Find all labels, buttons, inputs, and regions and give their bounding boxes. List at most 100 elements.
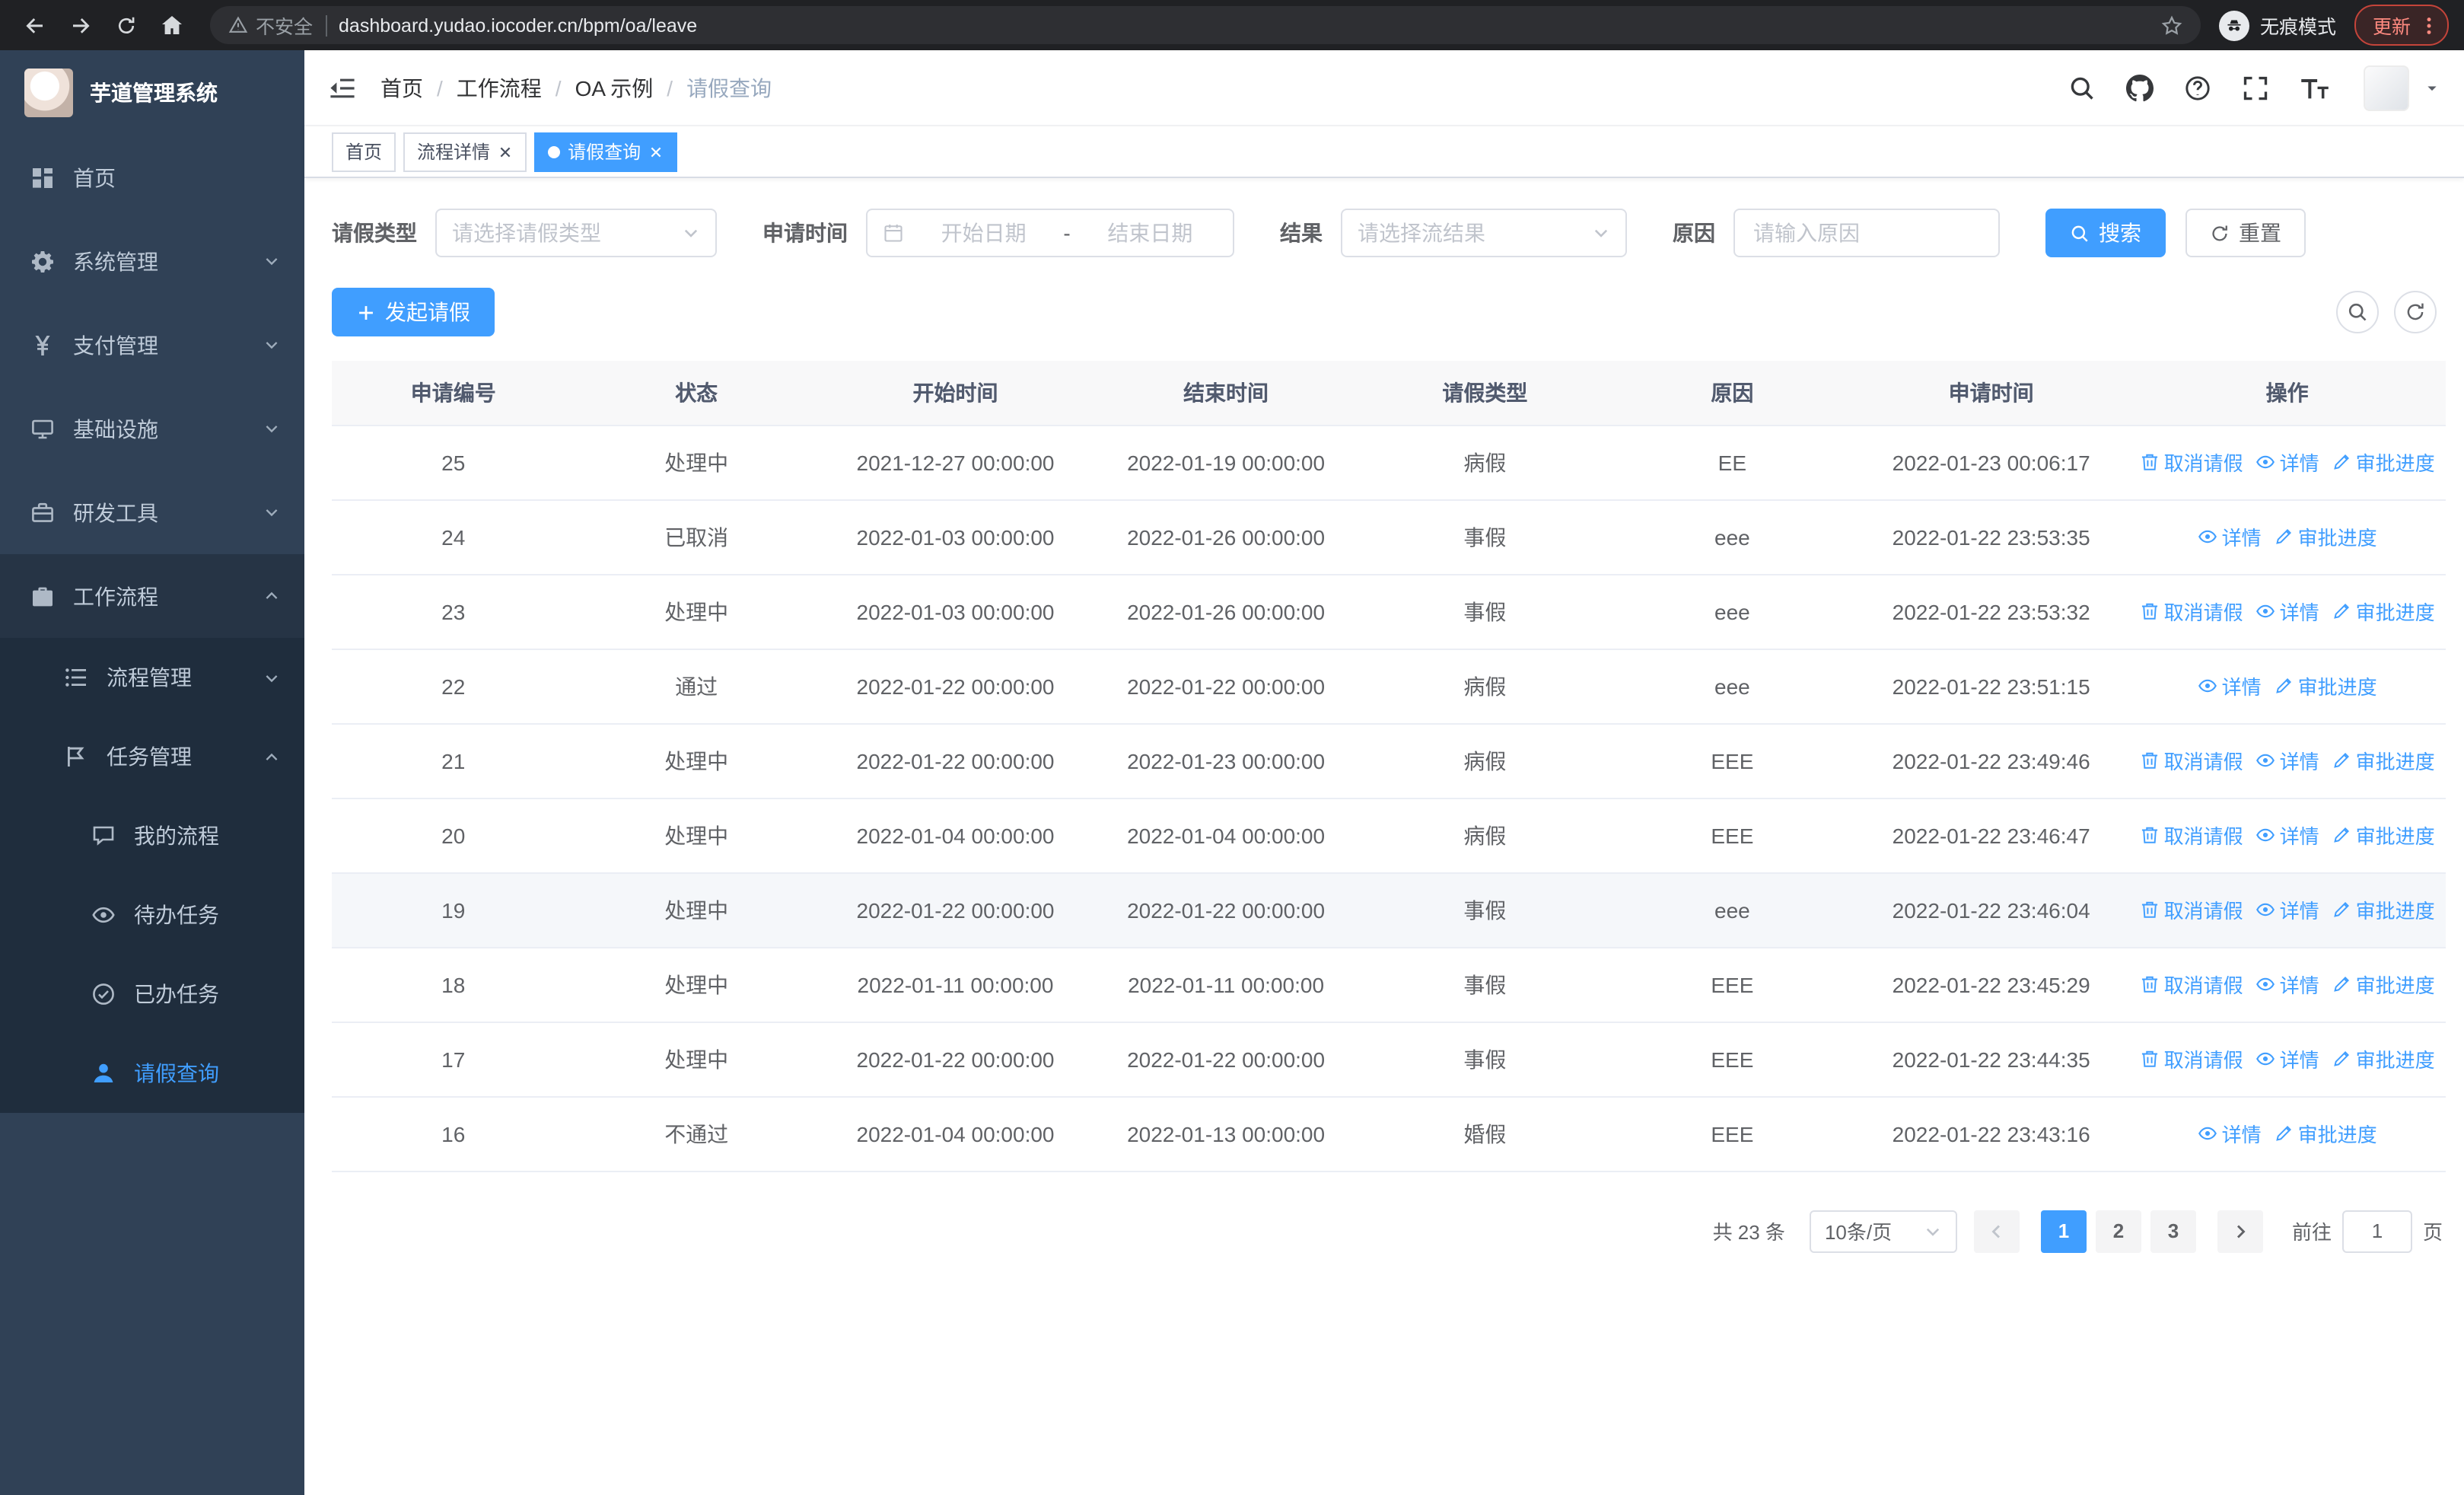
detail-link[interactable]: 详情 — [2255, 821, 2319, 850]
app-logo[interactable]: 芋道管理系统 — [0, 50, 304, 135]
cancel-leave-link[interactable]: 取消请假 — [2140, 448, 2243, 477]
help-icon[interactable] — [2184, 74, 2211, 101]
detail-link[interactable]: 详情 — [2255, 895, 2319, 924]
sidebar-item-leave-query[interactable]: 请假查询 — [0, 1034, 304, 1113]
result-select[interactable]: 请选择流结果 — [1341, 209, 1627, 257]
approval-progress-link[interactable]: 审批进度 — [2332, 1044, 2435, 1073]
toggle-search-button[interactable] — [2336, 291, 2379, 333]
reason-input[interactable] — [1733, 209, 2000, 257]
approval-progress-link[interactable]: 审批进度 — [2274, 1119, 2377, 1148]
browser-update-button[interactable]: 更新 — [2354, 5, 2449, 46]
breadcrumb-home[interactable]: 首页 — [380, 72, 423, 103]
page-button-1[interactable]: 1 — [2040, 1210, 2087, 1252]
detail-link[interactable]: 详情 — [2255, 746, 2319, 775]
github-icon[interactable] — [2126, 74, 2154, 101]
edit-icon — [2332, 751, 2351, 770]
calendar-icon — [883, 222, 904, 244]
approval-progress-link[interactable]: 审批进度 — [2274, 522, 2377, 551]
cell-reason: EEE — [1610, 798, 1854, 873]
apply-time-range-picker[interactable]: 开始日期 - 结束日期 — [866, 209, 1234, 257]
sidebar-item-devtools[interactable]: 研发工具 — [0, 470, 304, 554]
detail-link[interactable]: 详情 — [2255, 448, 2319, 477]
page-button-3[interactable]: 3 — [2150, 1210, 2196, 1252]
sidebar-item-system-management[interactable]: 系统管理 — [0, 219, 304, 303]
create-leave-button[interactable]: 发起请假 — [332, 288, 495, 336]
browser-back-button[interactable] — [15, 5, 55, 45]
sidebar-item-done-tasks[interactable]: 已办任务 — [0, 955, 304, 1034]
sidebar-toggle-icon[interactable] — [329, 74, 356, 101]
user-avatar[interactable] — [2364, 65, 2409, 110]
sidebar-item-payment-management[interactable]: 支付管理 — [0, 303, 304, 387]
cancel-leave-link[interactable]: 取消请假 — [2140, 895, 2243, 924]
cancel-leave-link[interactable]: 取消请假 — [2140, 970, 2243, 999]
browser-reload-button[interactable] — [107, 5, 146, 45]
security-warning[interactable]: 不安全 — [228, 11, 313, 40]
cancel-leave-link[interactable]: 取消请假 — [2140, 746, 2243, 775]
cell-leave-type: 病假 — [1359, 649, 1611, 724]
sidebar-item-label: 已办任务 — [134, 982, 219, 1006]
approval-progress-link[interactable]: 审批进度 — [2332, 970, 2435, 999]
refresh-table-button[interactable] — [2394, 291, 2437, 333]
cell-status: 处理中 — [575, 425, 818, 500]
sidebar-item-workflow[interactable]: 工作流程 — [0, 554, 304, 638]
page-content: 请假类型 请选择请假类型 申请时间 开始日期 - 结束日期 结果 请选择流结果 … — [304, 178, 2464, 1495]
cancel-leave-link[interactable]: 取消请假 — [2140, 597, 2243, 626]
approval-progress-link[interactable]: 审批进度 — [2332, 821, 2435, 850]
approval-progress-link[interactable]: 审批进度 — [2332, 597, 2435, 626]
cell-start-time: 2022-01-22 00:00:00 — [817, 649, 1094, 724]
page-size-select[interactable]: 10条/页 — [1809, 1210, 1957, 1252]
sidebar-item-my-process[interactable]: 我的流程 — [0, 796, 304, 875]
approval-progress-link[interactable]: 审批进度 — [2332, 448, 2435, 477]
sidebar-item-label: 我的流程 — [134, 824, 219, 848]
detail-link[interactable]: 详情 — [2255, 597, 2319, 626]
cell-status: 通过 — [575, 649, 818, 724]
cell-operations: 取消请假 详情 审批进度 — [2128, 723, 2446, 799]
approval-progress-link[interactable]: 审批进度 — [2274, 671, 2377, 700]
cancel-leave-link[interactable]: 取消请假 — [2140, 821, 2243, 850]
tab-leave-query[interactable]: 请假查询 — [534, 132, 678, 171]
kebab-menu-icon[interactable] — [2418, 14, 2440, 36]
search-button[interactable]: 搜索 — [2045, 209, 2166, 257]
goto-page-input[interactable] — [2341, 1210, 2412, 1252]
sidebar-item-todo-tasks[interactable]: 待办任务 — [0, 875, 304, 955]
close-icon[interactable] — [498, 144, 513, 159]
prev-page-button[interactable] — [1973, 1210, 2020, 1252]
page-button-2[interactable]: 2 — [2095, 1210, 2141, 1252]
address-bar[interactable]: 不安全 dashboard.yudao.iocoder.cn/bpm/oa/le… — [210, 6, 2201, 44]
browser-home-button[interactable] — [152, 5, 192, 45]
cell-reason: EE — [1610, 425, 1854, 500]
sidebar-item-task-management[interactable]: 任务管理 — [0, 717, 304, 796]
approval-progress-link[interactable]: 审批进度 — [2332, 895, 2435, 924]
tab-process-detail[interactable]: 流程详情 — [403, 132, 527, 171]
browser-forward-button[interactable] — [61, 5, 100, 45]
breadcrumb-oa-example[interactable]: OA 示例 — [575, 72, 654, 103]
detail-link[interactable]: 详情 — [2198, 1119, 2262, 1148]
breadcrumb-workflow[interactable]: 工作流程 — [457, 72, 542, 103]
header-search-icon[interactable] — [2068, 74, 2096, 101]
approval-progress-link[interactable]: 审批进度 — [2332, 746, 2435, 775]
cancel-leave-link[interactable]: 取消请假 — [2140, 1044, 2243, 1073]
leave-row-20: 20 处理中 2022-01-04 00:00:00 2022-01-04 00:00… — [332, 798, 2446, 873]
screen: 不安全 dashboard.yudao.iocoder.cn/bpm/oa/le… — [0, 0, 2464, 1495]
sidebar-item-home[interactable]: 首页 — [0, 135, 304, 219]
cell-apply-id: 21 — [332, 723, 575, 799]
eye-icon — [2255, 452, 2275, 472]
close-icon[interactable] — [648, 144, 664, 159]
leave-type-select[interactable]: 请选择请假类型 — [435, 209, 717, 257]
tab-home[interactable]: 首页 — [332, 132, 396, 171]
next-page-button[interactable] — [2217, 1210, 2263, 1252]
trash-icon — [2140, 1049, 2160, 1069]
detail-link[interactable]: 详情 — [2198, 522, 2262, 551]
fullscreen-icon[interactable] — [2242, 74, 2269, 101]
detail-link[interactable]: 详情 — [2255, 970, 2319, 999]
op-label: 审批进度 — [2355, 601, 2435, 624]
reset-button[interactable]: 重置 — [2185, 209, 2306, 257]
detail-link[interactable]: 详情 — [2255, 1044, 2319, 1073]
avatar-caret-icon[interactable] — [2424, 80, 2440, 95]
cell-reason: eee — [1610, 649, 1854, 724]
detail-link[interactable]: 详情 — [2198, 671, 2262, 700]
bookmark-star-icon[interactable] — [2161, 14, 2182, 36]
font-size-icon[interactable] — [2300, 72, 2330, 103]
sidebar-item-infrastructure[interactable]: 基础设施 — [0, 387, 304, 470]
sidebar-item-process-management[interactable]: 流程管理 — [0, 638, 304, 717]
